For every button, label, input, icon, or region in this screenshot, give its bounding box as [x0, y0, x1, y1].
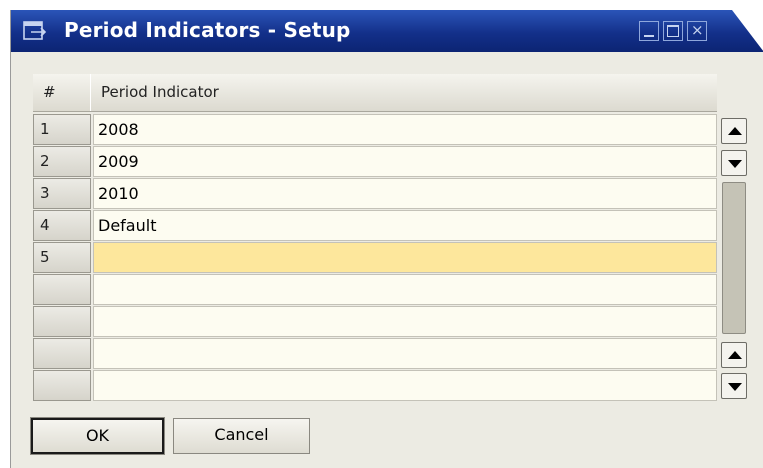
minimize-button[interactable] [639, 21, 659, 41]
table-row[interactable]: 4 Default [33, 210, 717, 242]
row-number[interactable]: 4 [33, 210, 91, 241]
row-number[interactable] [33, 338, 91, 369]
table-row[interactable] [33, 370, 717, 402]
row-number[interactable]: 2 [33, 146, 91, 177]
table-row[interactable]: 1 2008 [33, 114, 717, 146]
period-indicator-cell[interactable]: 2008 [93, 114, 717, 145]
period-indicator-cell[interactable] [93, 338, 717, 369]
table-row[interactable] [33, 306, 717, 338]
scroll-down-button[interactable] [721, 150, 747, 176]
ok-button[interactable]: OK [30, 417, 165, 455]
row-number[interactable] [33, 306, 91, 337]
scroll-up-button[interactable] [721, 342, 747, 368]
grid-header: # Period Indicator [33, 74, 717, 112]
table-row-selected[interactable]: 5 [33, 242, 717, 274]
table-row[interactable] [33, 338, 717, 370]
cancel-button[interactable]: Cancel [173, 418, 310, 454]
period-indicators-window: Period Indicators - Setup × # Period Ind… [10, 10, 763, 468]
period-indicator-cell[interactable] [93, 242, 717, 273]
window-title: Period Indicators - Setup [64, 18, 351, 42]
table-row[interactable] [33, 274, 717, 306]
row-number[interactable]: 3 [33, 178, 91, 209]
vertical-scrollbar[interactable] [721, 114, 748, 402]
scrollbar-thumb[interactable] [722, 182, 746, 334]
title-bar-corner [732, 10, 763, 52]
arrow-down-icon [728, 383, 742, 391]
period-indicator-cell[interactable]: Default [93, 210, 717, 241]
arrow-up-icon [728, 351, 742, 359]
table-row[interactable]: 3 2010 [33, 178, 717, 210]
close-icon: × [691, 21, 704, 39]
arrow-up-icon [728, 127, 742, 135]
period-indicator-cell[interactable] [93, 370, 717, 401]
title-bar[interactable]: Period Indicators - Setup × [11, 10, 763, 52]
period-indicator-cell[interactable] [93, 274, 717, 305]
period-indicator-cell[interactable] [93, 306, 717, 337]
column-header-period-indicator[interactable]: Period Indicator [93, 74, 219, 111]
row-number[interactable] [33, 370, 91, 401]
arrow-down-icon [728, 160, 742, 168]
form-icon [23, 21, 47, 40]
maximize-button[interactable] [663, 21, 683, 41]
column-header-number[interactable]: # [33, 74, 91, 111]
period-indicator-cell[interactable]: 2009 [93, 146, 717, 177]
scroll-up-button[interactable] [721, 118, 747, 144]
scroll-down-button[interactable] [721, 373, 747, 399]
period-indicator-cell[interactable]: 2010 [93, 178, 717, 209]
row-number[interactable]: 5 [33, 242, 91, 273]
row-number[interactable] [33, 274, 91, 305]
close-button[interactable]: × [687, 21, 707, 41]
table-row[interactable]: 2 2009 [33, 146, 717, 178]
row-number[interactable]: 1 [33, 114, 91, 145]
